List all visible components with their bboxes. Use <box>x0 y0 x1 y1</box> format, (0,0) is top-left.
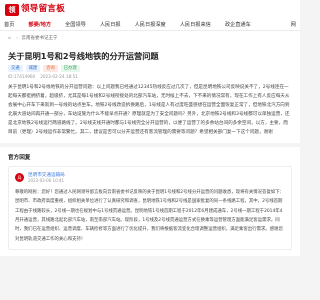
reply-section-title: 官方回复 <box>8 155 31 162</box>
post-title: 关于昆明1号和2号线地铁的分开运营问题 <box>8 51 159 61</box>
nav-item-peoples-daily-letters[interactable]: 人民日报来信 <box>180 21 211 28</box>
top-header: 领 领导留言板 <box>0 0 300 19</box>
brand-name: 领导留言板 <box>21 4 66 15</box>
main-nav: 首页 部委/地方 全国领导 人民日报 人民日报深度 人民日报来信 政企直通车 网 <box>0 19 300 31</box>
tag-type[interactable]: 咨询 <box>43 65 58 73</box>
nav-item-gov-enterprise[interactable]: 政企直通车 <box>225 21 251 28</box>
reply-section: 官方回复 局 昆明市交通运输局 2023-03-06 10:41 尊敬的网民：您… <box>0 147 300 256</box>
reply-header: 局 昆明市交通运输局 2023-03-06 10:41 <box>15 172 285 183</box>
post-tags: 交通 城建 咨询 已办理 <box>8 65 292 73</box>
logo-mark-icon: 领 <box>5 3 19 16</box>
post-body: 关于昆明1号和2号线地铁的分开运营问题：以上问题我已经通过12345热线反应过几… <box>8 85 290 136</box>
nav-item-peoples-daily-deep[interactable]: 人民日报深度 <box>135 21 166 28</box>
tag-subcategory[interactable]: 城建 <box>25 65 41 73</box>
nav-item-peoples-daily[interactable]: 人民日报 <box>100 21 121 28</box>
nav-item-more[interactable]: 网 <box>291 21 296 28</box>
home-icon[interactable]: ⌂ <box>8 36 11 41</box>
reply-body: 尊敬的网民：您好！您通过人民网领导留言板向云南省委书记反映的关于昆明1号线和2号… <box>15 190 285 242</box>
separator-icon: › <box>16 35 19 41</box>
breadcrumb: ⌂ › 云南省委书记王宁 <box>0 31 300 44</box>
post-meta: ID:17414960 2023-02-24 18:51 <box>8 74 292 79</box>
nav-item-national-leaders[interactable]: 全国领导 <box>65 21 86 28</box>
reply-box: 局 昆明市交通运输局 2023-03-06 10:41 尊敬的网民：您好！您通过… <box>8 166 292 250</box>
reply-date: 2023-03-06 10:41 <box>28 178 65 184</box>
brand-logo[interactable]: 领 领导留言板 <box>5 3 66 16</box>
breadcrumb-item-leader[interactable]: 云南省委书记王宁 <box>22 36 58 41</box>
avatar: 局 <box>15 173 24 183</box>
nav-item-home[interactable]: 首页 <box>4 21 14 28</box>
nav-item-ministries-local[interactable]: 部委/地方 <box>28 21 51 28</box>
post-time: 2023-02-24 18:51 <box>40 74 78 80</box>
post-card: 关于昆明1号和2号线地铁的分开运营问题 交通 城建 咨询 已办理 ID:1741… <box>0 44 300 144</box>
tag-category[interactable]: 交通 <box>8 65 23 73</box>
status-badge: 已办理 <box>60 65 80 73</box>
post-id: ID:17414960 <box>8 74 36 80</box>
